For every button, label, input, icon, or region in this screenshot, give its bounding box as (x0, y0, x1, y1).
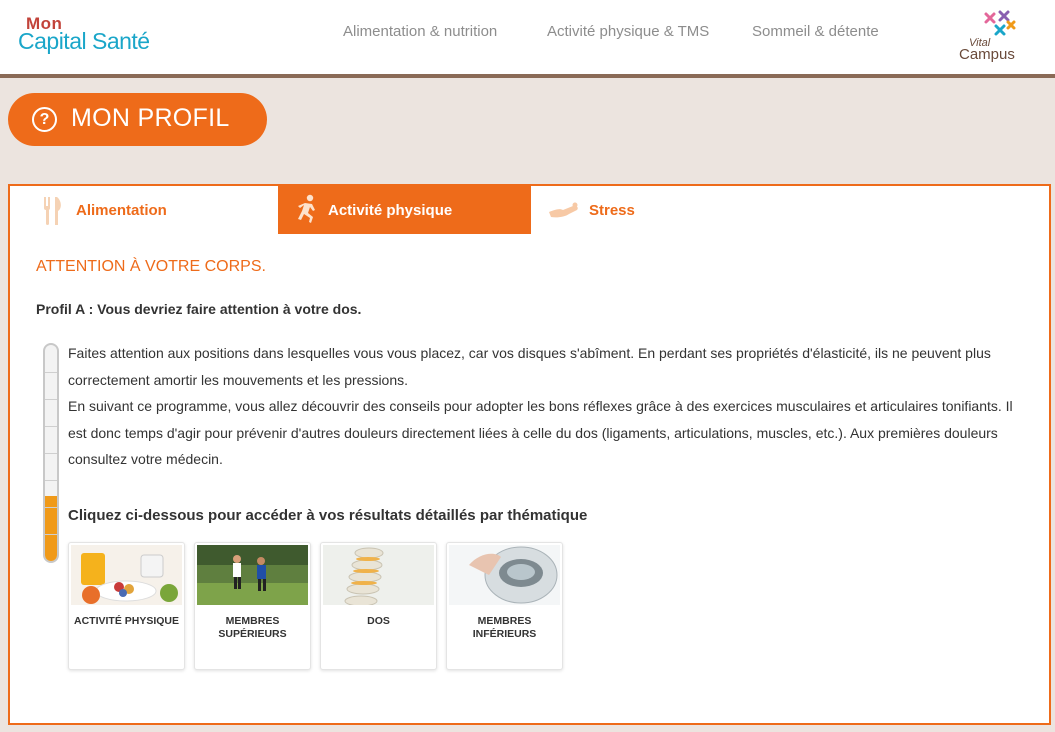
vital-campus-mark-icon (984, 10, 1016, 36)
card-caption-line: DOS (367, 615, 390, 627)
card-caption-line: MEMBRES (477, 615, 532, 627)
tab-alimentation-label: Alimentation (76, 202, 167, 219)
card-caption-line: SUPÉRIEURS (218, 628, 287, 640)
nav-alimentation[interactable]: Alimentation & nutrition (343, 23, 497, 40)
tab-stress[interactable]: Stress (531, 186, 761, 234)
profile-panel: Alimentation Activité physique Stress AT… (8, 184, 1051, 725)
scale-image (449, 545, 560, 605)
tab-activite-physique-label: Activité physique (328, 202, 453, 219)
card-caption: DOS (323, 615, 434, 628)
top-bar: Mon Capital Santé Alimentation & nutriti… (0, 0, 1055, 78)
profile-description: Faites attention aux positions dans lesq… (68, 340, 1028, 473)
gauge-tick (45, 426, 57, 427)
runner-icon (298, 194, 315, 223)
logo-capital-text: Capital Santé (18, 28, 150, 54)
profile-result: Profil A : Vous devriez faire attention … (36, 301, 362, 317)
nav-sommeil[interactable]: Sommeil & détente (752, 23, 879, 40)
gauge-tick (45, 507, 57, 508)
card-caption-line: INFÉRIEURS (472, 628, 537, 640)
tab-alimentation[interactable]: Alimentation (10, 186, 278, 234)
section-title: ATTENTION À VOTRE CORPS. (36, 258, 266, 275)
spine-image (323, 545, 434, 605)
nav-activite-physique[interactable]: Activité physique & TMS (547, 23, 709, 40)
runners-image (197, 545, 308, 605)
page-title: MON PROFIL (71, 104, 230, 132)
paragraph-positions: Faites attention aux positions dans lesq… (68, 345, 991, 388)
gauge-fill (45, 496, 57, 561)
mon-capital-sante-logo[interactable]: Mon Capital Santé (18, 14, 168, 64)
breakfast-image (71, 545, 182, 605)
partner-line2: Campus (959, 46, 1015, 63)
vital-campus-logo[interactable]: Vital Campus (956, 8, 1026, 66)
gauge-tick (45, 372, 57, 373)
help-icon[interactable]: ? (32, 107, 57, 132)
stress-icon (549, 202, 578, 218)
tab-stress-label: Stress (589, 202, 635, 219)
card-activite-physique[interactable]: ACTIVITÉ PHYSIQUE (68, 542, 185, 670)
card-membres-superieurs[interactable]: MEMBRES SUPÉRIEURS (194, 542, 311, 670)
card-caption: ACTIVITÉ PHYSIQUE (71, 615, 182, 628)
fork-knife-icon (44, 197, 61, 225)
results-cta: Cliquez ci-dessous pour accéder à vos ré… (68, 507, 588, 524)
card-membres-inferieurs[interactable]: MEMBRES INFÉRIEURS (446, 542, 563, 670)
card-caption-line: ACTIVITÉ PHYSIQUE (73, 615, 179, 627)
card-caption: MEMBRES INFÉRIEURS (449, 615, 560, 641)
mon-profil-banner: ? MON PROFIL (8, 93, 267, 146)
paragraph-programme: En suivant ce programme, vous allez déco… (68, 398, 1013, 467)
gauge-tick (45, 534, 57, 535)
gauge-tick (45, 453, 57, 454)
card-caption: MEMBRES SUPÉRIEURS (197, 615, 308, 641)
risk-gauge (43, 343, 59, 563)
card-caption-line: MEMBRES (225, 615, 280, 627)
gauge-tick (45, 480, 57, 481)
gauge-tick (45, 399, 57, 400)
tab-activite-physique[interactable]: Activité physique (278, 186, 531, 234)
card-dos[interactable]: DOS (320, 542, 437, 670)
